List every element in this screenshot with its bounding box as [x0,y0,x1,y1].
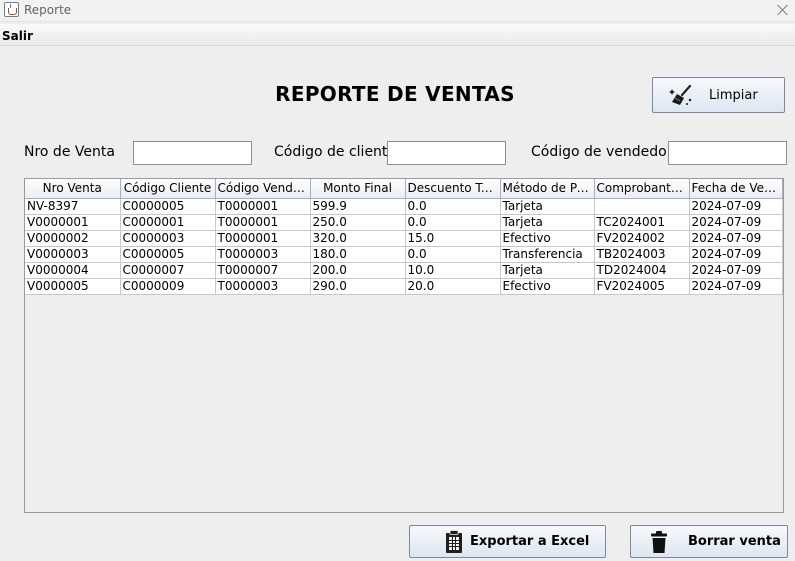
table-cell[interactable]: FV2024002 [594,230,690,247]
sales-table-scrollpane[interactable]: Nro Venta Código Cliente Código Vende...… [24,178,784,513]
client-code-input[interactable] [387,141,506,165]
table-cell[interactable]: T0000001 [215,230,311,247]
table-cell[interactable]: TD2024004 [594,262,690,279]
column-header-nro-venta[interactable]: Nro Venta [25,179,121,199]
table-cell[interactable]: 200.0 [310,262,406,279]
sales-table[interactable]: Nro Venta Código Cliente Código Vende...… [25,179,783,295]
table-cell[interactable]: C0000007 [120,262,216,279]
table-cell[interactable]: T0000001 [215,214,311,231]
column-header-monto-final[interactable]: Monto Final [310,179,406,199]
window-title: Reporte [24,3,72,17]
table-cell[interactable]: T0000001 [215,198,311,215]
column-header-fecha-venta[interactable]: Fecha de Venta [689,179,783,199]
table-row[interactable]: V0000005 C0000009 T0000003 290.0 20.0 Efectiv… [25,278,783,295]
table-cell[interactable]: 0.0 [405,214,501,231]
menu-item-salir[interactable]: Salir [2,29,33,43]
table-cell[interactable]: 20.0 [405,278,501,295]
client-code-label: Código de cliente [274,144,397,160]
menu-bar: Salir [0,24,795,46]
table-cell[interactable]: T0000003 [215,246,311,263]
table-cell[interactable]: 2024-07-09 [689,230,783,247]
table-cell[interactable]: Tarjeta [500,198,595,215]
table-cell[interactable]: T0000003 [215,278,311,295]
close-icon[interactable] [773,1,793,19]
table-cell[interactable]: 599.9 [310,198,406,215]
title-bar: Reporte [0,0,795,22]
table-cell[interactable]: V0000002 [25,230,121,247]
clear-button[interactable]: Limpiar [652,77,785,113]
sale-number-label: Nro de Venta [24,144,115,160]
table-header-row: Nro Venta Código Cliente Código Vende...… [25,179,783,199]
table-cell[interactable]: 2024-07-09 [689,262,783,279]
table-cell[interactable]: C0000005 [120,198,216,215]
delete-sale-button[interactable]: Borrar venta [630,525,788,558]
table-cell[interactable]: Efectivo [500,230,595,247]
table-row[interactable]: NV-8397 C0000005 T0000001 599.9 0.0 Tarjeta 20… [25,198,783,215]
table-cell[interactable]: 15.0 [405,230,501,247]
table-cell[interactable]: TB2024003 [594,246,690,263]
table-cell[interactable]: 0.0 [405,198,501,215]
table-cell[interactable]: 2024-07-09 [689,214,783,231]
table-cell[interactable]: C0000001 [120,214,216,231]
table-row[interactable]: V0000001 C0000001 T0000001 250.0 0.0 Tarjeta T… [25,214,783,231]
column-header-comprobante[interactable]: Comprobante ... [594,179,690,199]
delete-button-label: Borrar venta [688,534,781,549]
table-cell[interactable]: FV2024005 [594,278,690,295]
java-app-icon [4,2,19,17]
table-cell[interactable]: 10.0 [405,262,501,279]
table-cell[interactable]: NV-8397 [25,198,121,215]
table-row[interactable]: V0000004 C0000007 T0000007 200.0 10.0 Tarjeta… [25,262,783,279]
table-cell[interactable]: C0000003 [120,230,216,247]
table-cell[interactable]: V0000003 [25,246,121,263]
table-cell[interactable]: 250.0 [310,214,406,231]
table-cell[interactable]: 2024-07-09 [689,278,783,295]
table-cell[interactable]: 2024-07-09 [689,198,783,215]
table-cell[interactable]: 320.0 [310,230,406,247]
table-cell[interactable]: V0000001 [25,214,121,231]
table-cell[interactable]: V0000004 [25,262,121,279]
column-header-codigo-cliente[interactable]: Código Cliente [120,179,216,199]
table-cell[interactable]: 290.0 [310,278,406,295]
column-header-metodo-pago[interactable]: Método de Pago [500,179,595,199]
column-header-descuento-total[interactable]: Descuento Total [405,179,501,199]
sale-number-input[interactable] [133,141,252,165]
export-excel-button[interactable]: Exportar a Excel [409,525,606,558]
table-cell[interactable]: C0000005 [120,246,216,263]
table-cell[interactable]: 2024-07-09 [689,246,783,263]
table-cell[interactable]: TC2024001 [594,214,690,231]
table-row[interactable]: V0000003 C0000005 T0000003 180.0 0.0 Transfer… [25,246,783,263]
trash-icon [651,531,667,553]
seller-code-input[interactable] [668,141,787,165]
export-button-label: Exportar a Excel [470,534,590,549]
table-cell[interactable]: C0000009 [120,278,216,295]
table-cell[interactable]: 0.0 [405,246,501,263]
table-cell[interactable]: Tarjeta [500,262,595,279]
column-header-codigo-vendedor[interactable]: Código Vende... [215,179,311,199]
spreadsheet-icon [446,530,462,553]
table-row[interactable]: V0000002 C0000003 T0000001 320.0 15.0 Efectiv… [25,230,783,247]
table-cell[interactable]: 180.0 [310,246,406,263]
table-cell[interactable]: T0000007 [215,262,311,279]
seller-code-label: Código de vendedor [531,144,673,160]
clear-button-label: Limpiar [709,88,758,103]
table-cell[interactable]: V0000005 [25,278,121,295]
table-cell[interactable]: Transferencia [500,246,595,263]
table-cell[interactable] [594,198,690,215]
table-cell[interactable]: Efectivo [500,278,595,295]
table-cell[interactable]: Tarjeta [500,214,595,231]
broom-icon [669,84,692,105]
